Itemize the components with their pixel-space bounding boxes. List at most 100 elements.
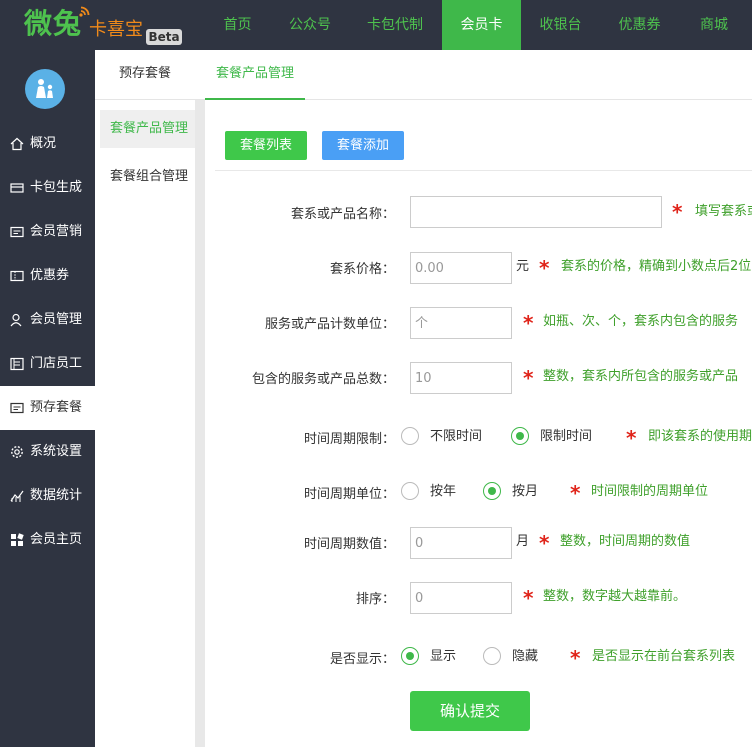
sidebar-item-member-homepage[interactable]: 会员主页 [0,518,95,562]
wifi-icon [79,6,90,17]
topnav-item-card-package[interactable]: 卡包代制 [348,0,442,50]
home-icon [10,137,24,151]
chart-icon [10,489,24,503]
name-label: 套系或产品名称： [290,207,395,222]
subnav-item-product-management[interactable]: 套餐产品管理 [100,110,195,148]
radio-limit-time[interactable] [511,427,529,445]
required-star: * [626,426,637,450]
topnav-item-member-card[interactable]: 会员卡 [442,0,521,50]
sort-label: 排序： [355,592,395,607]
grid-icon [10,533,24,547]
sidebar-item-member-marketing[interactable]: 会员营销 [0,210,95,254]
name-input[interactable] [410,196,662,228]
name-hint: 填写套系或 [695,204,752,219]
total-input[interactable] [410,362,512,394]
required-star: * [523,586,534,610]
time-unit-hint: 时间限制的周期单位 [591,484,709,499]
sidebar-item-prepaid-package[interactable]: 预存套餐 [0,386,95,430]
column-divider [195,100,205,747]
marketing-icon [10,225,24,239]
time-value-input[interactable] [410,527,512,559]
radio-by-month[interactable] [483,482,501,500]
required-star: * [523,311,534,335]
family-icon [36,79,53,98]
sidebar-item-label: 概况 [30,136,57,151]
store-icon [10,357,24,371]
topnav-item-home[interactable]: 首页 [203,0,272,50]
count-unit-input[interactable] [410,307,512,339]
price-input[interactable] [410,252,512,284]
sidebar-item-label: 会员营销 [30,224,83,239]
time-limit-hint: 即该套系的使用期 [648,429,752,444]
time-value-hint: 整数，时间周期的数值 [560,534,691,549]
tab-prepaid-package[interactable]: 预存套餐 [105,50,185,100]
tab-package-product-management[interactable]: 套餐产品管理 [205,50,305,100]
subnav-item-combo-management[interactable]: 套餐组合管理 [100,158,195,196]
topnav-item-cashier[interactable]: 收银台 [521,0,600,50]
price-label: 套系价格： [329,262,395,277]
price-hint: 套系的价格，精确到小数点后2位 [561,259,752,274]
package-list-button[interactable]: 套餐列表 [225,131,307,160]
required-star: * [570,481,581,505]
topnav-item-mall[interactable]: 商城 [679,0,749,50]
time-value-label: 时间周期数值： [303,537,395,552]
sidebar-item-label: 会员管理 [30,312,83,327]
sidebar-item-member-management[interactable]: 会员管理 [0,298,95,342]
total-label: 包含的服务或产品总数： [251,372,395,387]
price-unit: 元 [516,259,530,274]
radio-by-year-label: 按年 [430,484,457,499]
avatar[interactable] [25,69,65,109]
sidebar-item-label: 卡包生成 [30,180,83,195]
radio-limit-time-label: 限制时间 [540,429,593,444]
package-icon [10,401,24,415]
count-unit-label: 服务或产品计数单位： [264,317,395,332]
gear-icon [10,445,24,459]
main-content: 套餐列表 套餐添加 套系或产品名称： * 填写套系或 套系价格： 元 * 套系的… [205,100,752,747]
sidebar-item-system-settings[interactable]: 系统设置 [0,430,95,474]
sort-input[interactable] [410,582,512,614]
time-value-unit: 月 [516,534,530,549]
radio-show[interactable] [401,647,419,665]
required-star: * [539,531,550,555]
radio-hide[interactable] [483,647,501,665]
top-nav: 首页 公众号 卡包代制 会员卡 收银台 优惠券 商城 [203,0,749,50]
count-unit-hint: 如瓶、次、个，套系内包含的服务 [543,314,739,329]
sort-hint: 整数，数字越大越靠前。 [543,589,687,604]
required-star: * [523,366,534,390]
sidebar-item-coupon[interactable]: 优惠券 [0,254,95,298]
coupon-icon [10,269,24,283]
user-icon [10,313,24,327]
radio-no-limit-label: 不限时间 [430,429,483,444]
beta-badge: Beta [146,29,182,45]
time-limit-label: 时间周期限制： [303,432,395,447]
sidebar-item-label: 门店员工 [30,356,83,371]
sidebar-item-label: 优惠券 [30,268,70,283]
logo[interactable]: 微兔 卡喜宝 Beta [0,0,195,50]
logo-brand-main: 微兔 [24,7,83,40]
divider [215,170,752,171]
sub-nav: 套餐产品管理 套餐组合管理 [95,100,200,747]
topnav-item-coupon[interactable]: 优惠券 [600,0,679,50]
topnav-item-official-account[interactable]: 公众号 [272,0,348,50]
radio-no-limit[interactable] [401,427,419,445]
time-unit-label: 时间周期单位： [303,487,395,502]
display-label: 是否显示： [329,652,395,667]
app-root: 微兔 卡喜宝 Beta 首页 公众号 卡包代制 会员卡 收银台 优惠券 商城 概… [0,0,752,747]
sidebar-item-card-generate[interactable]: 卡包生成 [0,166,95,210]
sidebar-item-store-staff[interactable]: 门店员工 [0,342,95,386]
sidebar-item-statistics[interactable]: 数据统计 [0,474,95,518]
sidebar-item-overview[interactable]: 概况 [0,122,95,166]
sidebar-item-label: 系统设置 [30,444,83,459]
logo-brand-sub: 卡喜宝 [89,19,143,40]
sidebar-item-label: 会员主页 [30,532,83,547]
sidebar: 概况 卡包生成 会员营销 优惠券 会员管理 门店员工 预存套餐 系统设置 数据统… [0,50,95,747]
required-star: * [570,646,581,670]
required-star: * [672,200,683,224]
submit-button[interactable]: 确认提交 [410,691,530,731]
total-hint: 整数，套系内所包含的服务或产品 [543,369,739,384]
sidebar-menu: 概况 卡包生成 会员营销 优惠券 会员管理 门店员工 预存套餐 系统设置 数据统… [0,122,95,562]
sub-header: 预存套餐 套餐产品管理 [95,50,752,100]
display-hint: 是否显示在前台套系列表 [592,649,736,664]
radio-by-year[interactable] [401,482,419,500]
package-add-button[interactable]: 套餐添加 [322,131,404,160]
